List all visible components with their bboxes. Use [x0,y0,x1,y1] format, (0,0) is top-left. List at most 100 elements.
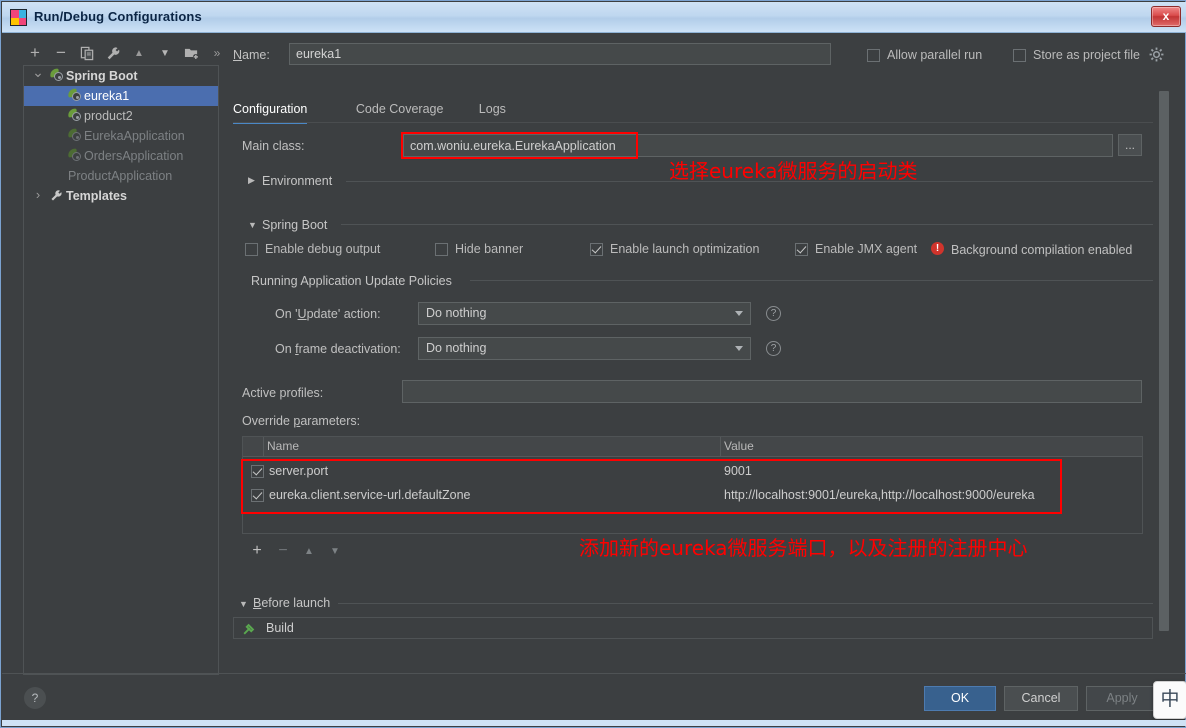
tree-item-productapplication[interactable]: ProductApplication [24,166,218,186]
enable-launch-optimization-checkbox[interactable]: Enable launch optimization [590,242,759,256]
annotation-main-class: 选择eureka微服务的启动类 [669,155,918,184]
checkbox-box [435,243,448,256]
build-hammer-icon [242,622,256,636]
enable-debug-output-checkbox[interactable]: Enable debug output [245,242,380,256]
row-checkbox[interactable] [251,465,264,478]
active-profiles-input[interactable] [402,380,1142,403]
tree-item-eureka1[interactable]: eureka1 [24,86,218,106]
on-frame-deactivation-select[interactable]: Do nothing [418,337,751,360]
wrench-icon [50,189,64,203]
edit-templates-wrench-icon[interactable] [101,41,125,65]
allow-parallel-run-label: Allow parallel run [887,48,982,62]
parameter-value: 9001 [724,461,752,482]
checkbox-box [867,49,880,62]
environment-expand-icon[interactable]: ▶ [248,175,255,186]
move-up-button[interactable]: ▲ [127,41,151,65]
move-down-button[interactable]: ▼ [153,41,177,65]
environment-section-label: Environment [262,174,332,188]
table-row[interactable]: eureka.client.service-url.defaultZone ht… [243,485,1142,506]
tree-item-label: ProductApplication [68,166,172,186]
configurations-tree[interactable]: ⌄ Spring Booteureka1product2EurekaApplica… [23,65,219,675]
tab-logs[interactable]: Logs [479,97,506,122]
allow-parallel-run-checkbox[interactable]: Allow parallel run [867,48,982,62]
override-parameters-table[interactable]: Name Value server.port 9001 eureka.clien… [242,436,1143,534]
remove-configuration-button[interactable]: − [49,41,73,65]
new-folder-button[interactable] [179,41,203,65]
footer-divider [2,673,1186,674]
add-configuration-button[interactable]: + [23,41,47,65]
spring-boot-icon [50,69,64,82]
column-header-name: Name [267,437,299,456]
checkbox-box [245,243,258,256]
copy-icon [80,46,95,61]
environment-divider [346,181,1153,182]
spring-boot-icon [68,149,82,162]
spring-boot-icon [68,89,82,102]
on-update-action-label: On 'Update' action: [275,307,381,321]
background-compilation-warning: Background compilation enabled [951,243,1132,257]
checkbox-box [1013,49,1026,62]
before-launch-list[interactable]: Build [233,617,1153,639]
spring-boot-section-label: Spring Boot [262,218,327,232]
copy-configuration-button[interactable] [75,41,99,65]
parameter-name: server.port [269,461,328,482]
hide-banner-checkbox[interactable]: Hide banner [435,242,523,256]
checkbox-box [590,243,603,256]
store-as-project-file-checkbox[interactable]: Store as project file [1013,48,1140,62]
close-icon[interactable]: x [1151,6,1181,27]
spring-boot-icon [68,109,82,122]
tab-underline [233,122,1153,123]
chevron-down-icon[interactable]: ⌄ [32,66,44,86]
environment-section-title: Environment [262,174,332,188]
tree-item-label: EurekaApplication [84,126,185,146]
tree-item-templates[interactable]: › Templates [24,186,218,206]
tree-item-eurekaapplication[interactable]: EurekaApplication [24,126,218,146]
row-checkbox[interactable] [251,489,264,502]
header-divider [720,437,721,456]
spring-boot-section-title: Spring Boot [262,218,327,232]
chevron-down-icon [735,346,743,351]
ok-button[interactable]: OK [924,686,996,711]
tree-item-label: Templates [66,186,127,206]
main-class-input[interactable] [403,134,1113,157]
before-launch-item-label: Build [266,618,294,638]
intellij-idea-icon [10,9,27,26]
cancel-button[interactable]: Cancel [1004,686,1078,711]
on-update-help-icon[interactable]: ? [766,306,781,321]
tab-code-coverage[interactable]: Code Coverage [356,97,444,122]
more-options-button[interactable]: » [205,41,229,65]
tree-item-product2[interactable]: product2 [24,106,218,126]
update-policies-title: Running Application Update Policies [251,274,452,288]
on-frame-deactivation-label: On frame deactivation: [275,342,401,356]
table-row[interactable]: server.port 9001 [243,461,1142,482]
parameter-value: http://localhost:9001/eureka,http://loca… [724,485,1035,506]
table-toolbar: + − ▲ ▼ [242,540,1143,564]
enable-jmx-agent-label: Enable JMX agent [815,242,917,256]
spring-boot-expand-icon[interactable]: ▼ [248,220,257,230]
before-launch-expand-icon[interactable]: ▼ [239,599,248,609]
add-parameter-button[interactable]: + [246,540,268,562]
spring-boot-icon [68,129,82,142]
tree-item-label: Spring Boot [66,66,138,86]
chevron-right-icon[interactable]: › [32,186,44,206]
tree-item-ordersapplication[interactable]: OrdersApplication [24,146,218,166]
tree-item-label: eureka1 [84,86,129,106]
on-frame-help-icon[interactable]: ? [766,341,781,356]
gear-icon[interactable] [1149,47,1164,65]
before-launch-title: Before launch [253,596,330,610]
enable-jmx-agent-checkbox[interactable]: Enable JMX agent [795,242,917,256]
name-input[interactable] [289,43,831,65]
window-title: Run/Debug Configurations [34,9,202,24]
right-scrollbar-thumb[interactable] [1159,91,1169,631]
window-footer-strip [2,720,1186,726]
help-button[interactable]: ? [24,687,46,709]
browse-main-class-button[interactable]: ... [1118,134,1142,156]
tab-configuration[interactable]: Configuration [233,97,307,124]
ime-indicator[interactable]: 中 [1153,681,1186,719]
tab-bar: Configuration Code Coverage Logs [233,97,1153,123]
tree-item-spring-boot[interactable]: ⌄ Spring Boot [24,66,218,86]
on-update-action-select[interactable]: Do nothing [418,302,751,325]
store-as-project-file-label: Store as project file [1033,48,1140,62]
apply-button: Apply [1086,686,1158,711]
tree-item-label: product2 [84,106,133,126]
